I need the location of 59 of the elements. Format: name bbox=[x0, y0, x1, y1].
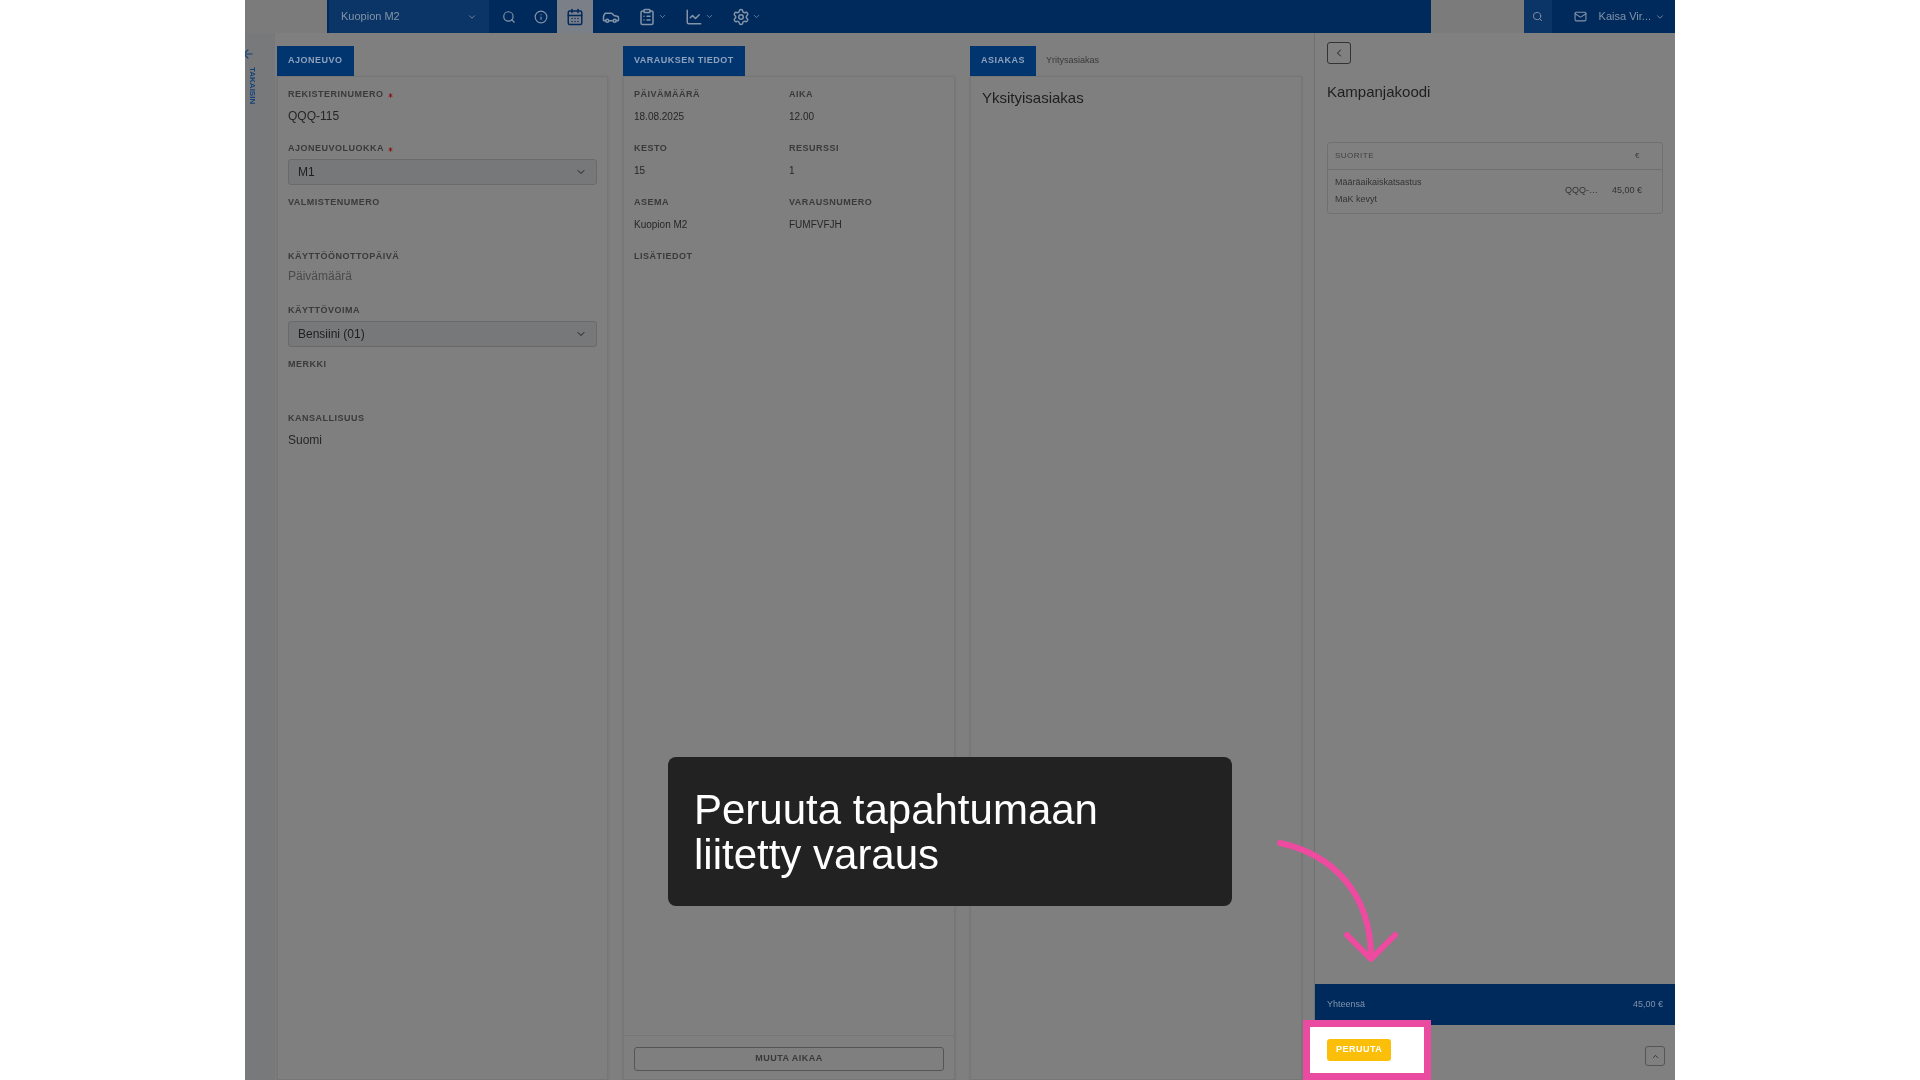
chart-icon bbox=[685, 7, 703, 26]
table-cell: QQQ-… bbox=[1564, 184, 1598, 198]
tutorial-text: Peruuta tapahtumaan liitetty varaus bbox=[694, 786, 1099, 877]
service-name: MaK kevyt bbox=[1335, 193, 1378, 206]
field-value: Kuopion M2 bbox=[634, 218, 689, 232]
calendar-icon bbox=[566, 7, 584, 26]
column-header: € bbox=[1635, 149, 1640, 162]
field-label: VALMISTENUMERO bbox=[288, 196, 380, 210]
select-field[interactable]: Bensiini (01) bbox=[288, 321, 597, 347]
field-value: 18.08.2025 bbox=[634, 110, 686, 124]
field-label: ASEMA bbox=[634, 196, 669, 210]
field-value: 15 bbox=[634, 164, 647, 178]
field-label: KÄYTTÖVOIMA bbox=[288, 304, 360, 318]
search-button[interactable] bbox=[1523, 0, 1552, 33]
clipboard-icon bbox=[638, 7, 656, 26]
change-time-button[interactable]: MUUTA AIKAA bbox=[634, 1047, 944, 1071]
expand-button[interactable] bbox=[1645, 1046, 1665, 1066]
field-label: PÄIVÄMÄÄRÄ bbox=[634, 88, 700, 102]
field-label: AJONEUVOLUOKKA bbox=[288, 142, 384, 156]
info-icon bbox=[534, 9, 548, 24]
total-label: Yhteensä bbox=[1327, 997, 1366, 1011]
campaign-code-title: Kampanjakoodi bbox=[1327, 82, 1432, 102]
field-label: VARAUSNUMERO bbox=[789, 196, 873, 210]
field-label: MERKKI bbox=[288, 358, 327, 372]
user-menu[interactable]: Kaisa Vir... bbox=[1598, 0, 1665, 33]
tab[interactable]: VARAUKSEN TIEDOT bbox=[623, 46, 745, 76]
customer-heading: Yksityisasiakas bbox=[982, 88, 1085, 108]
toolbar-button[interactable] bbox=[557, 0, 593, 33]
settings-icon bbox=[732, 7, 750, 26]
field-value: Suomi bbox=[288, 432, 323, 449]
field-value: 12.00 bbox=[789, 110, 816, 124]
mail-icon[interactable] bbox=[1573, 10, 1587, 23]
collapse-button[interactable] bbox=[1327, 42, 1351, 64]
tab[interactable]: AJONEUVO bbox=[277, 46, 354, 76]
field-label: LISÄTIEDOT bbox=[634, 250, 693, 264]
field-label: KANSALLISUUS bbox=[288, 412, 365, 426]
tab[interactable]: Yritysasiakas bbox=[1036, 46, 1110, 76]
total-value: 45,00 € bbox=[1632, 997, 1663, 1011]
field-value: FUMFVFJH bbox=[789, 218, 843, 232]
field-label: REKISTERINUMERO bbox=[288, 88, 384, 102]
search-icon bbox=[1532, 11, 1544, 22]
service-name: Määräaikaiskatsastus bbox=[1335, 175, 1423, 189]
field-value: 1 bbox=[789, 164, 796, 178]
back-label[interactable]: TAKAISIN bbox=[247, 67, 257, 105]
field-label: RESURSSI bbox=[789, 142, 839, 156]
back-arrow-icon[interactable] bbox=[245, 47, 255, 61]
caret-icon bbox=[752, 12, 761, 21]
price-cell: 45,00 € bbox=[1611, 184, 1642, 198]
caret-icon bbox=[658, 12, 667, 21]
location-dropdown[interactable]: Kuopion M2 bbox=[329, 0, 489, 33]
field-label: AIKA bbox=[789, 88, 813, 102]
select-field[interactable]: M1 bbox=[288, 159, 597, 185]
field-label: KÄYTTÖÖNOTTOPÄIVÄ bbox=[288, 250, 400, 264]
field-label: KESTO bbox=[634, 142, 668, 156]
search-icon bbox=[502, 9, 516, 24]
caret-icon bbox=[705, 12, 714, 21]
field-value: QQQ-115 bbox=[288, 108, 341, 125]
search-field[interactable] bbox=[1430, 0, 1524, 33]
tab[interactable]: ASIAKAS bbox=[970, 46, 1036, 76]
